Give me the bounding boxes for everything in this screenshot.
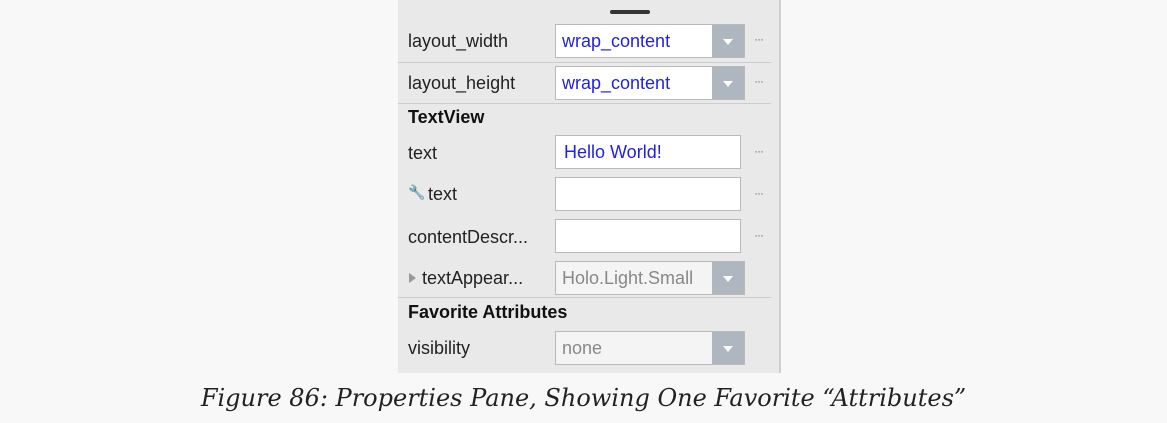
divider [398, 62, 771, 63]
visibility-dropdown[interactable]: none [555, 331, 745, 365]
chevron-down-icon[interactable] [712, 332, 744, 364]
layout-width-value: wrap_content [562, 31, 671, 51]
divider [398, 297, 771, 298]
section-header-textview: TextView [408, 107, 485, 127]
properties-pane: layout_width wrap_content ··· layout_hei… [398, 0, 781, 373]
content-description-field[interactable] [555, 219, 741, 253]
visibility-value: none [562, 338, 603, 358]
layout-width-dropdown[interactable]: wrap_content [555, 24, 745, 58]
chevron-down-icon[interactable] [712, 262, 744, 294]
tools-text-label: text [428, 184, 458, 204]
wrench-icon: 🔧 [408, 184, 426, 200]
text-more-button[interactable]: ··· [754, 144, 764, 158]
scroll-indicator [610, 10, 650, 14]
tools-text-field[interactable] [555, 177, 741, 211]
layout-height-dropdown[interactable]: wrap_content [555, 66, 745, 100]
content-description-more-button[interactable]: ··· [754, 228, 764, 242]
content-description-label: contentDescr... [408, 227, 529, 247]
chevron-down-icon[interactable] [712, 67, 744, 99]
layout-height-label: layout_height [408, 73, 516, 93]
divider [398, 103, 771, 104]
text-field[interactable]: Hello World! [555, 135, 741, 169]
expand-triangle-icon[interactable] [409, 273, 416, 283]
text-label: text [408, 143, 438, 163]
figure-caption: Figure 86: Properties Pane, Showing One … [200, 384, 967, 412]
text-appearance-value: Holo.Light.Small [562, 268, 694, 288]
layout-width-more-button[interactable]: ··· [754, 32, 764, 46]
layout-height-value: wrap_content [562, 73, 671, 93]
text-appearance-dropdown[interactable]: Holo.Light.Small [555, 261, 745, 295]
tools-text-more-button[interactable]: ··· [754, 186, 764, 200]
layout-width-label: layout_width [408, 31, 509, 51]
layout-height-more-button[interactable]: ··· [754, 74, 764, 88]
text-appearance-label: textAppear... [422, 268, 524, 288]
visibility-label: visibility [408, 338, 471, 358]
section-header-favorite-attributes: Favorite Attributes [408, 302, 568, 322]
chevron-down-icon[interactable] [712, 25, 744, 57]
